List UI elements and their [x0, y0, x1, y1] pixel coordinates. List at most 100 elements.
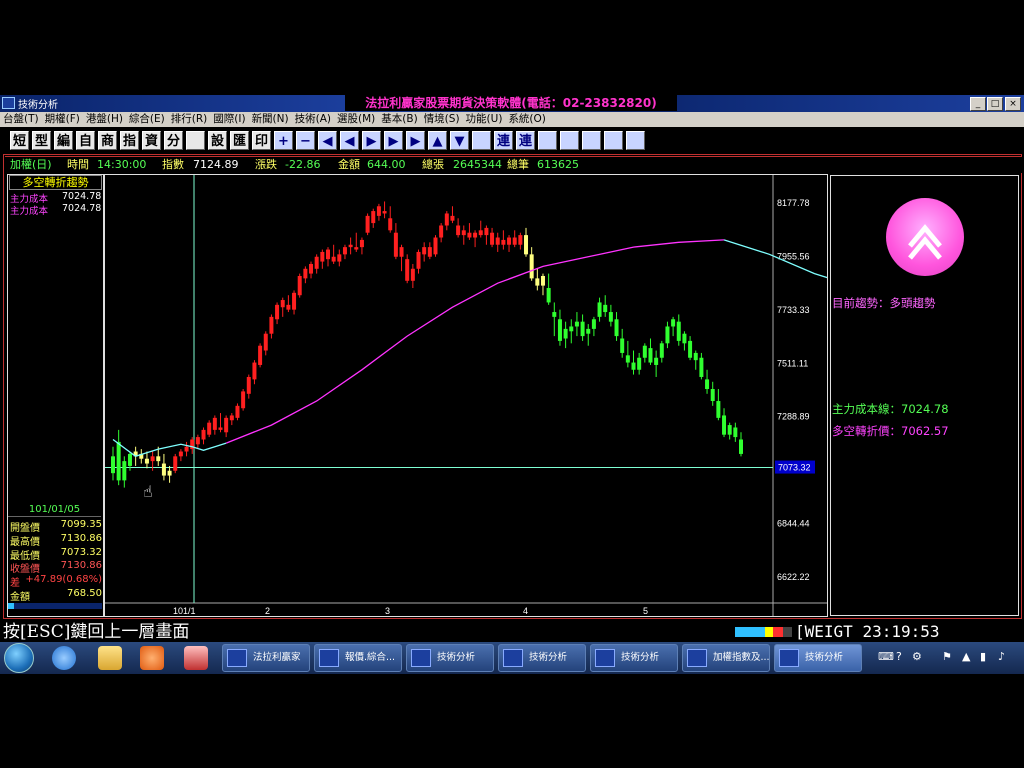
turn-price-label: 多空轉折價：: [832, 424, 901, 438]
candle-body: [161, 463, 166, 476]
toolbar-split-button[interactable]: 分: [164, 131, 183, 150]
close-button[interactable]: ×: [1005, 97, 1021, 111]
maximize-button[interactable]: □: [987, 97, 1003, 111]
toolbar-chart-type-button[interactable]: [186, 131, 205, 150]
candle-body: [405, 259, 410, 281]
file-explorer-icon[interactable]: [98, 646, 122, 670]
task-technical-1[interactable]: 技術分析: [406, 644, 494, 672]
moving-average-line-bear: [723, 239, 827, 279]
toolbar-next2-button[interactable]: ▶: [384, 131, 403, 150]
toolbar-link2-button[interactable]: 連: [516, 131, 535, 150]
toolbar-tool2-button[interactable]: [538, 131, 557, 150]
toolbar-link-button[interactable]: 連: [494, 131, 513, 150]
y-tick-label: 7511.11: [777, 358, 808, 368]
candle-body: [286, 304, 291, 310]
input-method-icon[interactable]: ⚙: [912, 650, 922, 663]
menu-system[interactable]: 系統(O): [505, 112, 548, 127]
task-index[interactable]: 加權指數及...: [682, 644, 770, 672]
amount-row-label: 金額: [10, 592, 30, 603]
toolbar-tool4-button[interactable]: [626, 131, 645, 150]
toolbar-add-button[interactable]: +: [274, 131, 293, 150]
trend-header[interactable]: 多空轉折趨勢: [9, 175, 102, 190]
menu-composite[interactable]: 綜合(E): [126, 112, 168, 127]
toolbar-first-button[interactable]: ◀: [318, 131, 337, 150]
menu-ranking[interactable]: 排行(R): [168, 112, 211, 127]
toolbar-up-button[interactable]: ▲: [428, 131, 447, 150]
candle-body: [229, 415, 234, 421]
candle-body: [127, 453, 132, 466]
toolbar-cut-button[interactable]: [582, 131, 601, 150]
media-player-icon[interactable]: [140, 646, 164, 670]
moving-average-line-bull: [225, 239, 725, 444]
menu-function[interactable]: 功能(U): [463, 112, 506, 127]
menu-futures[interactable]: 期權(F): [42, 112, 83, 127]
menu-international[interactable]: 國際(I): [210, 112, 248, 127]
toolbar-lock-button[interactable]: [560, 131, 579, 150]
crosshair-price-label: 7073.32: [778, 463, 811, 473]
candle-body: [422, 247, 427, 255]
candle-body: [722, 415, 727, 435]
task-technical-2[interactable]: 技術分析: [498, 644, 586, 672]
candle-body: [218, 427, 223, 430]
menu-technical[interactable]: 技術(A): [292, 112, 334, 127]
esc-hint: 按[ESC]鍵回上一層畫面: [3, 622, 190, 642]
time-label: 時間: [67, 158, 89, 171]
menu-tw[interactable]: 台盤(T): [0, 112, 42, 127]
app-icon: [2, 97, 15, 109]
candle-body: [461, 230, 466, 236]
toolbar-edit-button[interactable]: 編: [54, 131, 73, 150]
candle-body: [382, 211, 387, 214]
network-icon[interactable]: ▮: [980, 650, 986, 663]
toolbar-last-button[interactable]: ▶: [406, 131, 425, 150]
toolbar-prev-button[interactable]: ◀: [340, 131, 359, 150]
toolbar-next-button[interactable]: ▶: [362, 131, 381, 150]
minimize-button[interactable]: _: [970, 97, 986, 111]
task-label: 技術分析: [621, 652, 660, 663]
toolbar-settings-button[interactable]: 設: [208, 131, 227, 150]
toolbar-print-button[interactable]: 印: [252, 131, 271, 150]
toolbar-remove-button[interactable]: −: [296, 131, 315, 150]
task-ferrari-winner[interactable]: 法拉利贏家: [222, 644, 310, 672]
task-icon: [503, 649, 523, 667]
toolbar-export-button[interactable]: 匯: [230, 131, 249, 150]
task-quotes[interactable]: 報價.綜合...: [314, 644, 402, 672]
candlestick-chart[interactable]: 8177.787955.567733.337511.117288.897073.…: [105, 175, 827, 616]
toolbar-down-button[interactable]: ▼: [450, 131, 469, 150]
candle-body: [359, 239, 364, 248]
menu-scenario[interactable]: 情境(S): [421, 112, 463, 127]
candle-body: [495, 237, 500, 245]
candle-body: [642, 345, 647, 358]
candle-body: [546, 288, 551, 303]
candle-body: [535, 278, 540, 286]
task-technical-active[interactable]: 技術分析: [774, 644, 862, 672]
candle-body: [280, 300, 285, 308]
toolbar-pattern-button[interactable]: 型: [32, 131, 51, 150]
toolbar-short-button[interactable]: 短: [10, 131, 29, 150]
toolbar-indicator-button[interactable]: 指: [120, 131, 139, 150]
candle-body: [586, 328, 591, 334]
toolbar-tool3-button[interactable]: [604, 131, 623, 150]
menu-hk[interactable]: 港盤(H): [83, 112, 126, 127]
internet-explorer-icon[interactable]: [52, 646, 76, 670]
menu-stock-pick[interactable]: 選股(M): [334, 112, 378, 127]
chevron-up-icon[interactable]: ▲: [962, 650, 970, 663]
toolbar-custom-button[interactable]: 自: [76, 131, 95, 150]
candle-body: [569, 326, 574, 332]
app-shortcut-icon[interactable]: [184, 646, 208, 670]
left-scrollbar[interactable]: [8, 603, 102, 609]
turn-price: 多空轉折價：7062.57: [832, 423, 949, 439]
volume-icon[interactable]: ♪: [998, 650, 1005, 663]
help-icon[interactable]: ?: [896, 650, 902, 663]
candle-body: [552, 312, 557, 317]
toolbar-tool-button[interactable]: [472, 131, 491, 150]
toolbar-product-button[interactable]: 商: [98, 131, 117, 150]
start-button[interactable]: [4, 643, 34, 673]
task-technical-3[interactable]: 技術分析: [590, 644, 678, 672]
flag-icon[interactable]: ⚑: [942, 650, 952, 663]
menu-news[interactable]: 新聞(N): [249, 112, 292, 127]
task-icon: [687, 649, 707, 667]
menu-fundamental[interactable]: 基本(B): [378, 112, 420, 127]
toolbar-data-button[interactable]: 資: [142, 131, 161, 150]
keyboard-icon[interactable]: ⌨: [878, 650, 894, 663]
ticker-clock: [WEIGT 23:19:53: [795, 622, 940, 642]
